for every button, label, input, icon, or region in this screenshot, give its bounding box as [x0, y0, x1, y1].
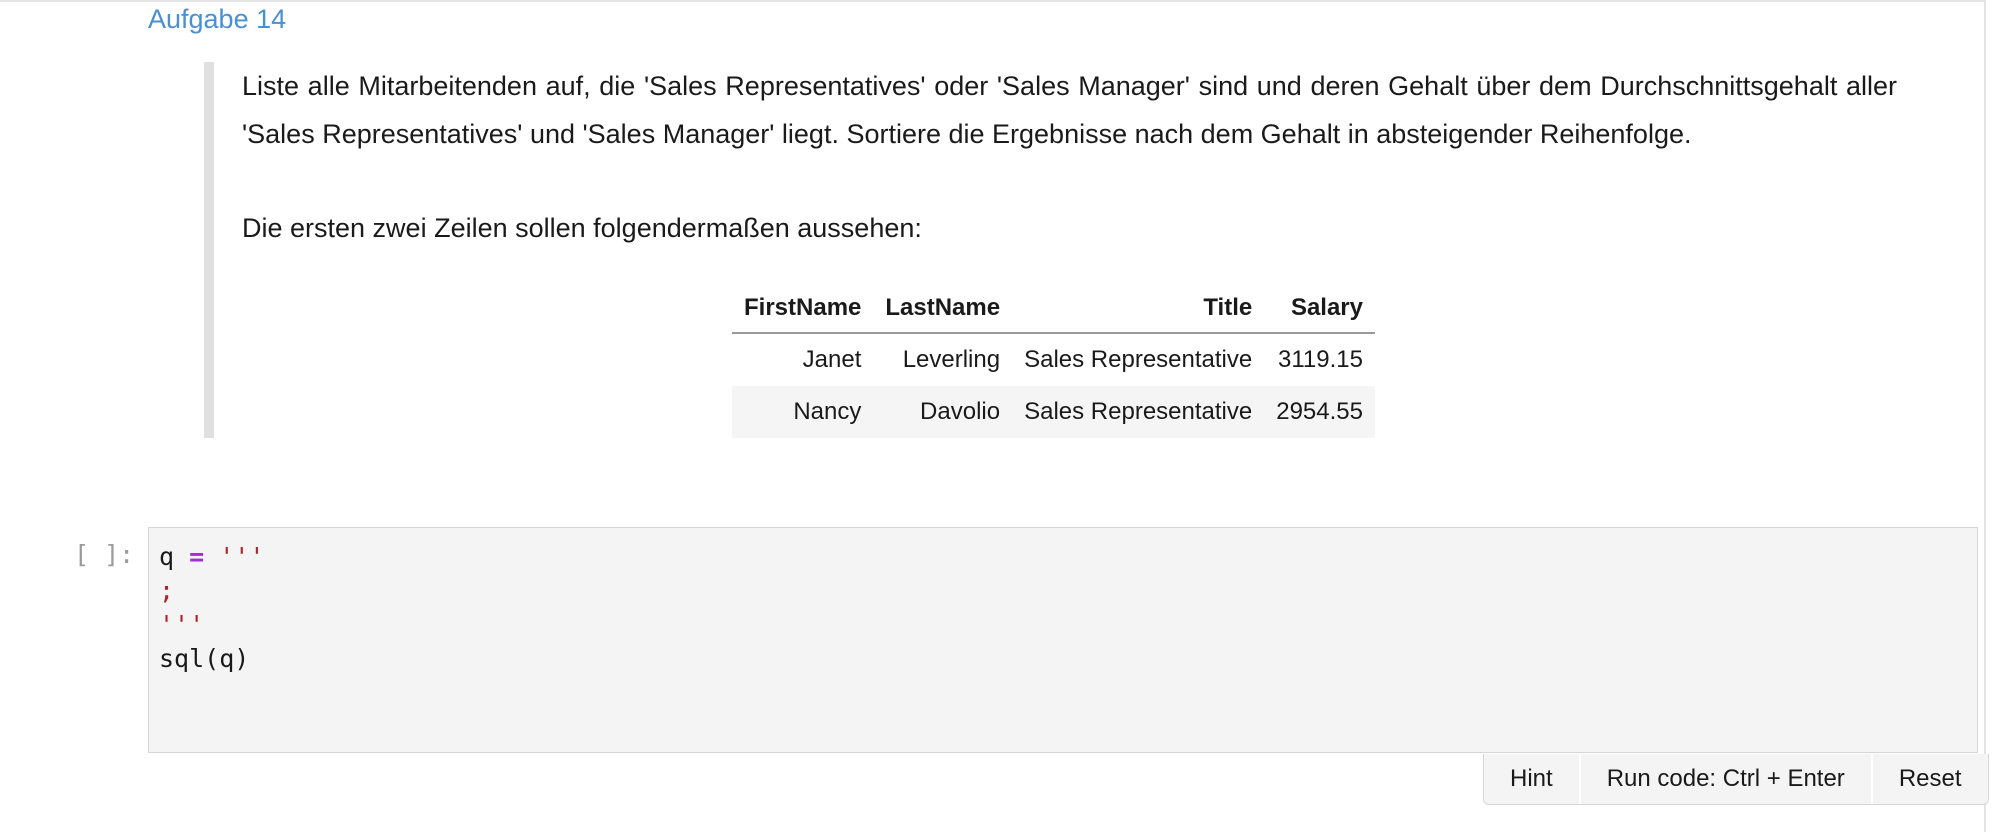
- instruction-paragraph: Liste alle Mitarbeitenden auf, die 'Sale…: [242, 71, 1897, 149]
- hint-button[interactable]: Hint: [1484, 754, 1581, 804]
- table-header-row: FirstName LastName Title Salary: [732, 284, 1375, 334]
- code-semicolon: ;: [159, 576, 175, 605]
- cell-salary: 2954.55: [1264, 386, 1375, 438]
- example-intro-paragraph: Die ersten zwei Zeilen sollen folgenderm…: [242, 213, 922, 243]
- task-heading: Aufgabe 14: [148, 4, 287, 34]
- cell-lastname: Leverling: [873, 333, 1013, 386]
- cell-salary: 3119.15: [1264, 333, 1375, 386]
- right-divider: [1984, 0, 1986, 832]
- code-operator: =: [189, 542, 205, 571]
- code-text[interactable]: q = ''' ; ''' sql(q): [159, 540, 264, 676]
- table-row: Nancy Davolio Sales Representative 2954.…: [732, 386, 1375, 438]
- column-header-salary: Salary: [1264, 284, 1375, 334]
- code-editor[interactable]: q = ''' ; ''' sql(q): [148, 527, 1978, 753]
- example-result-table: FirstName LastName Title Salary Janet Le…: [732, 284, 1375, 438]
- cell-firstname: Janet: [732, 333, 874, 386]
- cell-execution-prompt: [ ]:: [74, 540, 135, 569]
- column-header-title: Title: [1012, 284, 1265, 334]
- top-divider: [0, 0, 1985, 2]
- column-header-lastname: LastName: [873, 284, 1013, 334]
- run-code-button[interactable]: Run code: Ctrl + Enter: [1580, 754, 1873, 804]
- reset-button[interactable]: Reset: [1872, 754, 1988, 804]
- code-function-call: sql(q): [159, 644, 250, 673]
- code-string-close: ''': [159, 610, 205, 639]
- cell-title: Sales Representative: [1012, 333, 1265, 386]
- cell-toolbar: Hint Run code: Ctrl + Enter Reset: [1483, 754, 1989, 805]
- cell-firstname: Nancy: [732, 386, 874, 438]
- notebook-page: Aufgabe 14 Liste alle Mitarbeitenden auf…: [0, 0, 2000, 832]
- cell-title: Sales Representative: [1012, 386, 1265, 438]
- table-row: Janet Leverling Sales Representative 311…: [732, 333, 1375, 386]
- column-header-firstname: FirstName: [732, 284, 874, 334]
- code-string-open: ''': [219, 542, 265, 571]
- cell-lastname: Davolio: [873, 386, 1013, 438]
- code-variable: q: [159, 542, 175, 571]
